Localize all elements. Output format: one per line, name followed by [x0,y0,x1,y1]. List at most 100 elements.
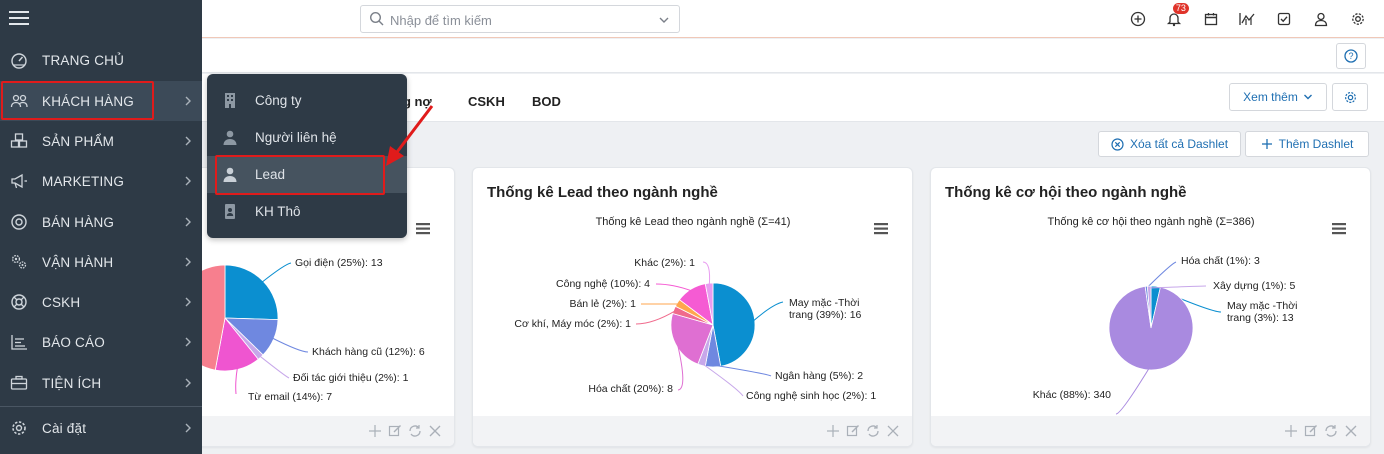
calendar-icon[interactable] [1193,9,1230,29]
pie-data-label: Công nghệ (10%): 4 [556,278,650,290]
move-icon[interactable] [368,424,382,443]
pie-connector [1146,261,1177,289]
refresh-icon[interactable] [866,424,880,443]
chart-menu-icon[interactable] [874,223,888,235]
sidebar-item-settings[interactable]: Cài đặt [0,408,202,448]
sidebar-item-toolbox[interactable]: TIỆN ÍCH [0,363,202,403]
sidebar-item-label: TRANG CHỦ [42,52,125,68]
clear-dashlets-label: Xóa tất cả Dashlet [1129,137,1229,151]
add-dashlet-button[interactable]: Thêm Dashlet [1245,131,1369,157]
submenu-item-badge[interactable]: KH Thô [207,193,407,230]
hamburger-menu-icon[interactable] [9,9,29,32]
dashlet-footer [473,416,912,446]
building-icon [222,92,238,114]
pie-data-label: Ngân hàng (5%): 2 [775,370,863,382]
move-icon[interactable] [1284,424,1298,443]
dashlet-opportunity-industry: Thống kê cơ hội theo ngành nghề Thống kê… [930,167,1371,447]
pie-connector [259,355,290,379]
target-icon [10,213,29,236]
sidebar-item-report[interactable]: BÁO CÁO [0,322,202,362]
chevron-right-icon [184,94,192,112]
user-icon[interactable] [1303,9,1340,29]
chevron-down-icon[interactable] [658,13,670,31]
sub-header: ? [0,39,1384,73]
tab-bod[interactable]: BOD [532,94,561,109]
close-icon[interactable] [1344,424,1358,443]
pie-connector [702,261,711,286]
close-icon[interactable] [886,424,900,443]
pie-connector [655,283,693,292]
pie-data-label: Bán lẻ (2%): 1 [569,298,636,310]
pie-data-label: May mặc -Thời trang (3%): 13 [1227,300,1297,324]
cogs-icon [10,253,29,276]
megaphone-icon [10,172,29,195]
pie-data-label: Đối tác giới thiệu (2%): 1 [293,372,409,384]
sidebar-item-lifebuoy[interactable]: CSKH [0,282,202,322]
pie-data-label: Khách hàng cũ (12%): 6 [312,346,425,358]
top-bar: Nhập để tìm kiếm 73 [0,0,1384,38]
chevron-right-icon [184,421,192,439]
highlight-box-lead [215,155,385,195]
dashboard-settings-button[interactable] [1332,83,1368,111]
edit-icon[interactable] [1304,424,1318,443]
plus-icon [1261,139,1272,149]
chart-title: Thống kê Lead theo ngành nghề (Σ=41) [596,216,791,228]
close-icon[interactable] [428,424,442,443]
gear-icon[interactable] [1339,9,1376,29]
chevron-right-icon [184,134,192,152]
sidebar-item-target[interactable]: BÁN HÀNG [0,202,202,242]
highlight-box-customers [1,81,154,120]
sidebar-item-cogs[interactable]: VẬN HÀNH [0,242,202,282]
submenu-item-label: KH Thô [255,204,301,219]
pie-data-label: Khác (88%): 340 [1033,389,1111,401]
sidebar-item-label: VẬN HÀNH [42,254,114,270]
pie-connector [271,337,309,353]
sidebar-item-label: SẢN PHẨM [42,133,115,149]
pie-data-label: Hóa chất (1%): 3 [1181,255,1260,267]
dashlet-title: Thống kê cơ hội theo ngành nghề [945,184,1187,201]
dashlet-footer [931,416,1370,446]
sidebar-item-label: BÁO CÁO [42,334,105,350]
chart-title: Thống kê cơ hội theo ngành nghề (Σ=386) [1048,216,1255,228]
pie-chart-opportunity-industry: Thống kê cơ hội theo ngành nghề (Σ=386) M… [1033,216,1346,415]
question-icon: ? [1344,49,1358,63]
chevron-right-icon [184,295,192,313]
toolbox-icon [10,374,29,397]
more-button[interactable]: Xem thêm [1229,83,1327,111]
add-dashlet-label: Thêm Dashlet [1278,137,1354,151]
sidebar-item-megaphone[interactable]: MARKETING [0,161,202,201]
refresh-icon[interactable] [408,424,422,443]
move-icon[interactable] [826,424,840,443]
chevron-right-icon [184,255,192,273]
products-icon [10,132,29,155]
svg-text:?: ? [1348,51,1353,61]
submenu-item-contact[interactable]: Người liên hệ [207,119,407,156]
edit-icon[interactable] [846,424,860,443]
checkbox-icon[interactable] [1266,9,1303,29]
pie-data-label: Công nghệ sinh học (2%): 1 [746,390,876,402]
chevron-right-icon [184,376,192,394]
tab-cskh[interactable]: CSKH [468,94,505,109]
add-circle-icon[interactable] [1119,9,1156,29]
chart-menu-icon[interactable] [416,223,430,235]
sidebar-item-label: TIỆN ÍCH [42,375,102,391]
sidebar-item-products[interactable]: SẢN PHẨM [0,121,202,161]
pie-slice[interactable] [712,282,756,367]
help-button[interactable]: ? [1336,43,1366,69]
sidebar-item-dashboard[interactable]: TRANG CHỦ [0,40,202,80]
chart-icon[interactable] [1229,9,1266,29]
clear-dashlets-button[interactable]: Xóa tất cả Dashlet [1098,131,1241,157]
pie-slice[interactable] [224,264,279,321]
chart-menu-icon[interactable] [1332,223,1346,235]
notification-badge: 73 [1172,3,1189,14]
refresh-icon[interactable] [1324,424,1338,443]
close-circle-icon [1111,137,1124,151]
edit-icon[interactable] [388,424,402,443]
chevron-right-icon [184,215,192,233]
pie-chart-lead-industry: Thống kê Lead theo ngành nghề (Σ=41) May … [514,216,888,402]
bell-icon[interactable]: 73 [1156,3,1193,29]
search-box[interactable]: Nhập để tìm kiếm [360,5,680,33]
annotation-arrow [386,105,434,166]
pie-data-label: Từ email (14%): 7 [248,391,332,403]
submenu-item-building[interactable]: Công ty [207,82,407,119]
